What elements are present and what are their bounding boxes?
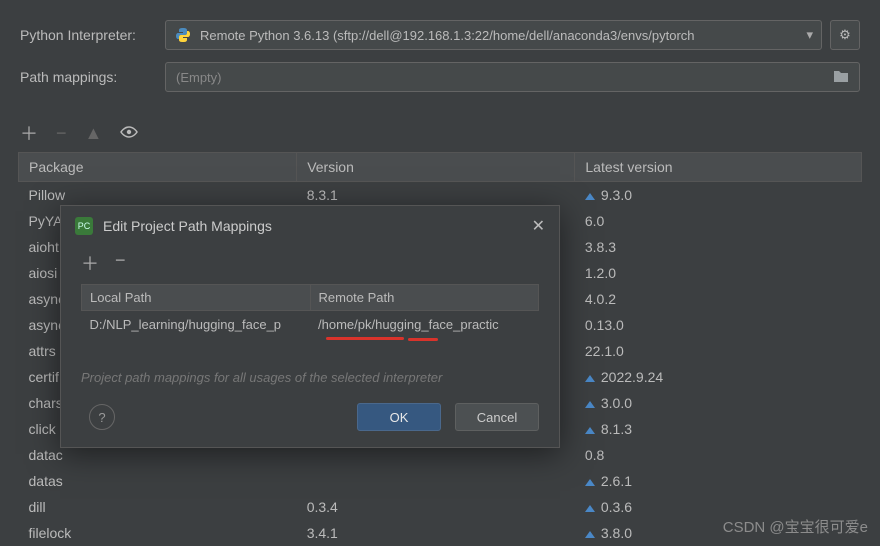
pkg-latest: 9.3.0 bbox=[575, 182, 862, 209]
cancel-button[interactable]: Cancel bbox=[455, 403, 539, 431]
dialog-hint: Project path mappings for all usages of … bbox=[61, 342, 559, 395]
mapping-row[interactable]: D:/NLP_learning/hugging_face_p /home/pk/… bbox=[82, 311, 539, 339]
col-latest[interactable]: Latest version bbox=[575, 153, 862, 182]
pycharm-icon: PC bbox=[75, 217, 93, 235]
mappings-value: (Empty) bbox=[176, 70, 833, 85]
remove-package-button[interactable]: − bbox=[56, 123, 67, 144]
path-mappings-field[interactable]: (Empty) bbox=[165, 62, 860, 92]
upgrade-icon bbox=[585, 193, 595, 200]
pkg-latest: 6.0 bbox=[575, 208, 862, 234]
close-button[interactable]: ✕ bbox=[532, 216, 545, 236]
remote-path-cell[interactable]: /home/pk/hugging_face_practic bbox=[310, 311, 539, 339]
upgrade-icon bbox=[585, 505, 595, 512]
watermark: CSDN @宝宝很可爱e bbox=[723, 516, 868, 537]
pkg-latest: 0.13.0 bbox=[575, 312, 862, 338]
annotation-underline bbox=[326, 337, 404, 340]
upgrade-icon bbox=[585, 479, 595, 486]
pkg-name: dill bbox=[19, 494, 297, 520]
show-early-releases-button[interactable] bbox=[120, 123, 138, 144]
edit-path-mappings-dialog: PC Edit Project Path Mappings ✕ ＋ − Loca… bbox=[60, 205, 560, 448]
upgrade-icon bbox=[585, 427, 595, 434]
remove-mapping-button[interactable]: − bbox=[115, 250, 126, 276]
pkg-latest: 2022.9.24 bbox=[575, 364, 862, 390]
col-version[interactable]: Version bbox=[297, 153, 575, 182]
interpreter-label: Python Interpreter: bbox=[20, 27, 165, 43]
gear-icon: ⚙ bbox=[839, 27, 851, 43]
dialog-title: Edit Project Path Mappings bbox=[103, 218, 532, 234]
upgrade-package-button[interactable]: ▲ bbox=[85, 123, 103, 144]
pkg-latest: 3.0.0 bbox=[575, 390, 862, 416]
pkg-version: 3.4.1 bbox=[297, 520, 575, 546]
pkg-latest: 8.1.3 bbox=[575, 416, 862, 442]
add-package-button[interactable]: ＋ bbox=[20, 120, 38, 146]
add-mapping-button[interactable]: ＋ bbox=[81, 250, 99, 276]
col-local-path[interactable]: Local Path bbox=[82, 285, 311, 311]
pkg-version bbox=[297, 468, 575, 494]
local-path-cell[interactable]: D:/NLP_learning/hugging_face_p bbox=[82, 311, 311, 339]
interpreter-value: Remote Python 3.6.13 (sftp://dell@192.16… bbox=[200, 28, 800, 43]
chevron-down-icon: ▾ bbox=[806, 27, 813, 43]
upgrade-icon bbox=[585, 375, 595, 382]
pkg-version: 0.3.4 bbox=[297, 494, 575, 520]
interpreter-dropdown[interactable]: Remote Python 3.6.13 (sftp://dell@192.16… bbox=[165, 20, 822, 50]
pkg-name: filelock bbox=[19, 520, 297, 546]
pkg-latest: 0.8 bbox=[575, 442, 862, 468]
interpreter-settings-button[interactable]: ⚙ bbox=[830, 20, 860, 50]
col-package[interactable]: Package bbox=[19, 153, 297, 182]
packages-toolbar: ＋ − ▲ bbox=[0, 114, 880, 152]
pkg-latest: 2.6.1 bbox=[575, 468, 862, 494]
pkg-latest: 3.8.3 bbox=[575, 234, 862, 260]
pkg-name: datas bbox=[19, 468, 297, 494]
mappings-label: Path mappings: bbox=[20, 69, 165, 85]
mappings-table: Local Path Remote Path D:/NLP_learning/h… bbox=[81, 284, 539, 338]
ok-button[interactable]: OK bbox=[357, 403, 441, 431]
pkg-latest: 4.0.2 bbox=[575, 286, 862, 312]
col-remote-path[interactable]: Remote Path bbox=[310, 285, 539, 311]
annotation-underline bbox=[408, 338, 438, 341]
upgrade-icon bbox=[585, 401, 595, 408]
python-icon bbox=[174, 26, 192, 44]
help-button[interactable]: ? bbox=[89, 404, 115, 430]
folder-icon[interactable] bbox=[833, 69, 849, 86]
table-row[interactable]: datas 2.6.1 bbox=[19, 468, 862, 494]
upgrade-icon bbox=[585, 531, 595, 538]
pkg-latest: 1.2.0 bbox=[575, 260, 862, 286]
pkg-latest: 22.1.0 bbox=[575, 338, 862, 364]
